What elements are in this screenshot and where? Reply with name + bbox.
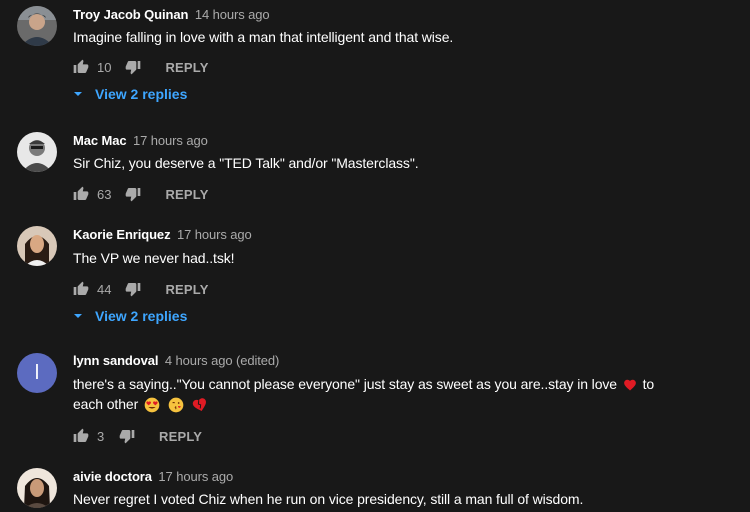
caret-down-icon: [74, 314, 82, 318]
like-count: 10: [97, 59, 112, 75]
author-name[interactable]: lynn sandoval: [73, 353, 158, 368]
comment-text: Never regret I voted Chiz when he run on…: [73, 491, 584, 507]
like-icon[interactable]: [73, 186, 89, 202]
comment-header: Mac Mac 17 hours ago: [73, 133, 208, 148]
caret-down-icon: [74, 92, 82, 96]
comment-text-part: there's a saying.."You cannot please eve…: [73, 376, 617, 392]
avatar[interactable]: [17, 132, 57, 172]
comment-text: there's a saying.."You cannot please eve…: [73, 374, 693, 414]
heart-eyes-icon: [144, 397, 160, 413]
kiss-face-icon: [168, 397, 184, 413]
view-replies-label: View 2 replies: [95, 86, 188, 102]
like-count: 3: [97, 428, 105, 444]
avatar-letter: l: [34, 362, 40, 384]
comment-time[interactable]: 17 hours ago: [133, 133, 208, 148]
comment-time[interactable]: 17 hours ago: [177, 227, 252, 242]
broken-heart-icon: [192, 398, 206, 412]
author-name[interactable]: Mac Mac: [73, 133, 127, 148]
comment-text: Sir Chiz, you deserve a "TED Talk" and/o…: [73, 155, 419, 171]
dislike-icon[interactable]: [125, 281, 141, 297]
comment-actions: 63 REPLY: [73, 185, 209, 203]
author-name[interactable]: Kaorie Enriquez: [73, 227, 171, 242]
view-replies-button[interactable]: View 2 replies: [73, 308, 187, 324]
avatar[interactable]: [17, 468, 57, 508]
like-count: 44: [97, 281, 112, 297]
user-photo-icon: [17, 468, 57, 508]
avatar[interactable]: [17, 226, 57, 266]
comment-header: Kaorie Enriquez 17 hours ago: [73, 227, 252, 242]
view-replies-label: View 2 replies: [95, 308, 188, 324]
comment-text: Imagine falling in love with a man that …: [73, 29, 454, 45]
comment-actions: 3 REPLY: [73, 427, 202, 445]
comment-text-part: each other: [73, 396, 139, 412]
dislike-icon[interactable]: [119, 428, 135, 444]
author-name[interactable]: Troy Jacob Quinan: [73, 7, 188, 22]
comment-header: aivie doctora 17 hours ago: [73, 469, 233, 484]
avatar[interactable]: l: [17, 353, 57, 393]
red-heart-icon: [623, 380, 636, 391]
comment-time[interactable]: 17 hours ago: [158, 469, 233, 484]
comment-header: Troy Jacob Quinan 14 hours ago: [73, 7, 270, 22]
reply-button[interactable]: REPLY: [165, 187, 208, 202]
like-count: 63: [97, 186, 112, 202]
dislike-icon[interactable]: [125, 59, 141, 75]
like-icon[interactable]: [73, 281, 89, 297]
comment-text-part: to: [642, 376, 655, 392]
author-name[interactable]: aivie doctora: [73, 469, 152, 484]
user-photo-icon: [17, 132, 57, 172]
comment-header: lynn sandoval 4 hours ago (edited): [73, 353, 279, 368]
view-replies-button[interactable]: View 2 replies: [73, 86, 187, 102]
comment-time[interactable]: 4 hours ago (edited): [165, 353, 279, 368]
reply-button[interactable]: REPLY: [165, 282, 208, 297]
dislike-icon[interactable]: [125, 186, 141, 202]
comment-time[interactable]: 14 hours ago: [195, 7, 270, 22]
comment-actions: 44 REPLY: [73, 280, 209, 298]
reply-button[interactable]: REPLY: [165, 60, 208, 75]
comment-text: The VP we never had..tsk!: [73, 250, 235, 266]
comment-actions: 10 REPLY: [73, 58, 209, 76]
reply-button[interactable]: REPLY: [159, 429, 202, 444]
like-icon[interactable]: [73, 59, 89, 75]
avatar[interactable]: [17, 6, 57, 46]
like-icon[interactable]: [73, 428, 89, 444]
user-photo-icon: [17, 6, 57, 46]
user-photo-icon: [17, 226, 57, 266]
